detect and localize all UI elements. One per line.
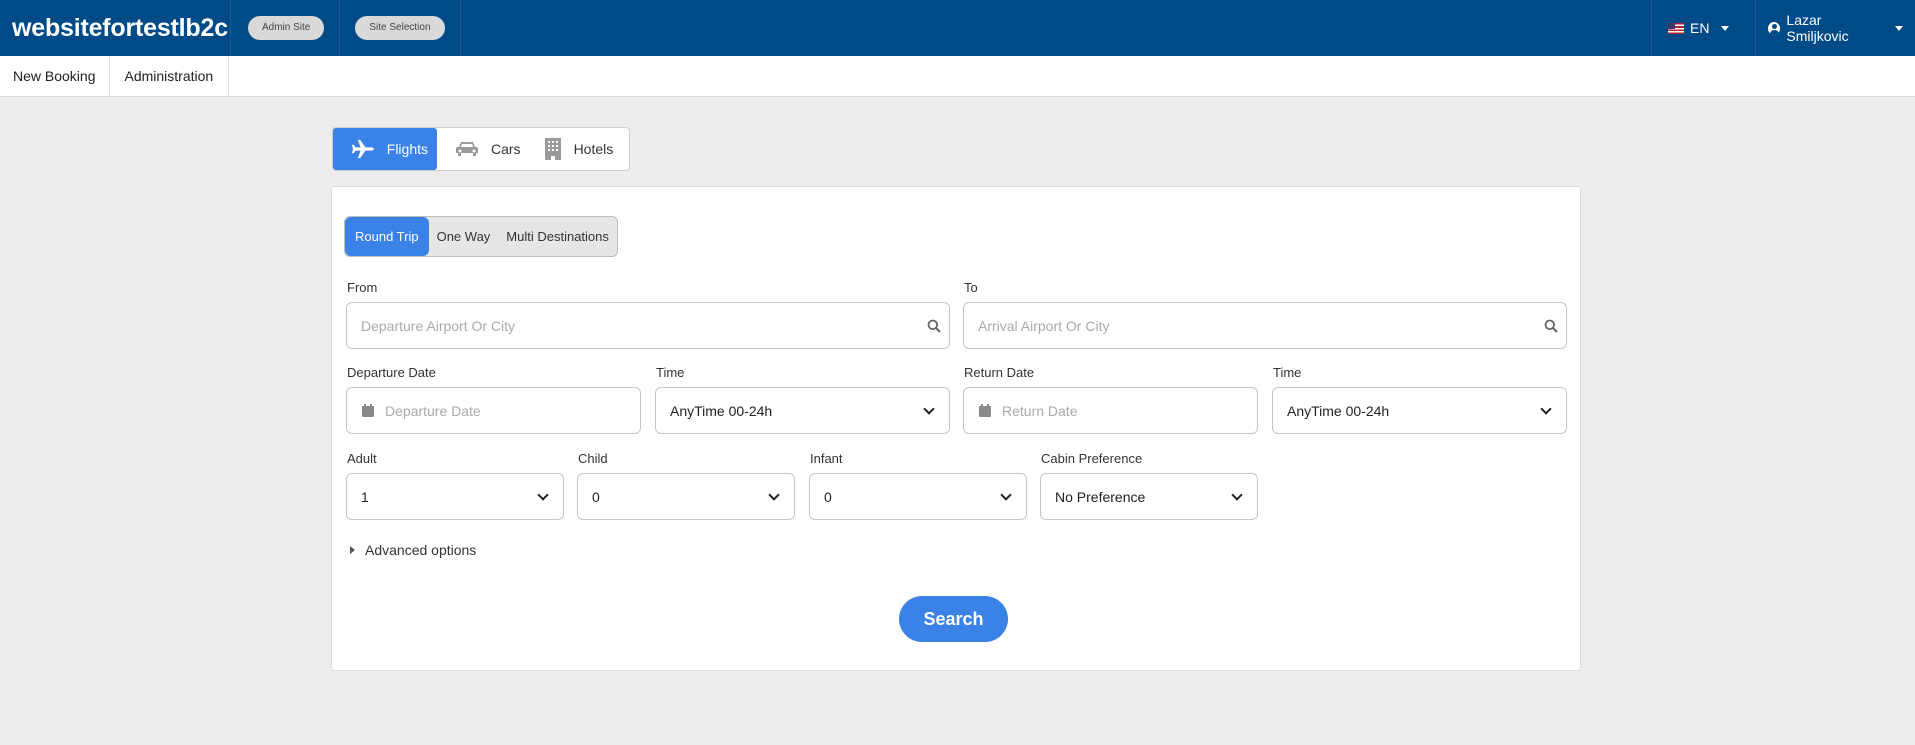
search-icon xyxy=(1536,319,1566,333)
airplane-icon xyxy=(351,139,374,159)
from-label: From xyxy=(347,280,378,295)
chevron-down-icon xyxy=(537,488,549,501)
return-date-input[interactable] xyxy=(994,388,1257,433)
to-field[interactable] xyxy=(963,302,1567,349)
return-time-label: Time xyxy=(1273,365,1302,380)
departure-time-value: AnyTime 00-24h xyxy=(670,402,773,419)
infant-select[interactable]: 0 xyxy=(809,473,1027,520)
adult-value: 1 xyxy=(361,488,369,505)
adult-select[interactable]: 1 xyxy=(346,473,564,520)
tab-cars[interactable]: Cars xyxy=(437,128,530,170)
tab-hotels-label: Hotels xyxy=(573,141,614,157)
product-tabs: Flights Cars Hotels xyxy=(332,127,630,171)
departure-time-select[interactable]: AnyTime 00-24h xyxy=(655,387,950,434)
user-circle-icon xyxy=(1768,21,1781,35)
chevron-down-icon xyxy=(1231,488,1243,501)
departure-date-field[interactable] xyxy=(346,387,641,434)
top-header: websitefortestlb2c Admin Site Site Selec… xyxy=(0,0,1915,56)
user-name: Lazar Smiljkovic xyxy=(1786,12,1849,44)
nav-new-booking[interactable]: New Booking xyxy=(0,56,110,96)
language-selector[interactable]: EN xyxy=(1651,0,1755,56)
infant-label: Infant xyxy=(810,451,843,466)
return-date-label: Return Date xyxy=(964,365,1035,380)
admin-site-cell: Admin Site xyxy=(231,0,341,56)
adult-label: Adult xyxy=(347,451,377,466)
nav-administration[interactable]: Administration xyxy=(110,56,230,96)
site-selection-cell: Site Selection xyxy=(340,0,461,56)
advanced-options-toggle[interactable]: Advanced options xyxy=(350,542,476,558)
chevron-down-icon xyxy=(1721,25,1730,31)
tab-flights-label: Flights xyxy=(386,141,428,157)
chevron-down-icon xyxy=(923,402,935,415)
chevron-down-icon xyxy=(1895,25,1903,31)
departure-date-label: Departure Date xyxy=(347,365,436,380)
language-label: EN xyxy=(1690,20,1710,36)
user-menu[interactable]: Lazar Smiljkovic xyxy=(1755,0,1915,56)
trip-type-toggle: Round Trip One Way Multi Destinations xyxy=(344,216,618,257)
admin-site-button[interactable]: Admin Site xyxy=(248,16,325,40)
advanced-options-label: Advanced options xyxy=(365,542,477,558)
child-select[interactable]: 0 xyxy=(577,473,795,520)
one-way-button[interactable]: One Way xyxy=(429,217,499,256)
chevron-down-icon xyxy=(768,488,780,501)
cabin-preference-label: Cabin Preference xyxy=(1041,451,1143,466)
return-date-field[interactable] xyxy=(963,387,1258,434)
from-input[interactable] xyxy=(347,303,919,348)
tab-cars-label: Cars xyxy=(491,141,521,157)
infant-value: 0 xyxy=(824,488,832,505)
header-right: EN Lazar Smiljkovic xyxy=(1651,0,1915,56)
flight-search-card: Round Trip One Way Multi Destinations Fr… xyxy=(331,186,1581,671)
to-input[interactable] xyxy=(964,303,1536,348)
return-time-value: AnyTime 00-24h xyxy=(1287,402,1390,419)
tab-flights[interactable]: Flights xyxy=(333,128,437,170)
car-icon xyxy=(456,142,478,156)
cabin-preference-select[interactable]: No Preference xyxy=(1040,473,1258,520)
multi-destinations-button[interactable]: Multi Destinations xyxy=(498,217,617,256)
secondary-nav: New Booking Administration xyxy=(0,56,1915,97)
chevron-down-icon xyxy=(1000,488,1012,501)
search-icon xyxy=(919,319,949,333)
tab-hotels[interactable]: Hotels xyxy=(530,128,623,170)
child-label: Child xyxy=(578,451,608,466)
child-value: 0 xyxy=(592,488,600,505)
calendar-icon xyxy=(976,404,994,417)
to-label: To xyxy=(964,280,978,295)
departure-time-label: Time xyxy=(656,365,685,380)
departure-date-input[interactable] xyxy=(377,388,640,433)
calendar-icon xyxy=(359,404,377,417)
caret-right-icon xyxy=(350,546,355,554)
site-brand[interactable]: websitefortestlb2c xyxy=(0,0,231,56)
search-button[interactable]: Search xyxy=(899,596,1008,642)
return-time-select[interactable]: AnyTime 00-24h xyxy=(1272,387,1567,434)
round-trip-button[interactable]: Round Trip xyxy=(345,217,429,256)
cabin-preference-value: No Preference xyxy=(1055,488,1146,505)
site-selection-button[interactable]: Site Selection xyxy=(355,16,445,40)
building-icon xyxy=(544,138,561,160)
from-field[interactable] xyxy=(346,302,950,349)
chevron-down-icon xyxy=(1540,402,1552,415)
us-flag-icon xyxy=(1668,22,1684,34)
